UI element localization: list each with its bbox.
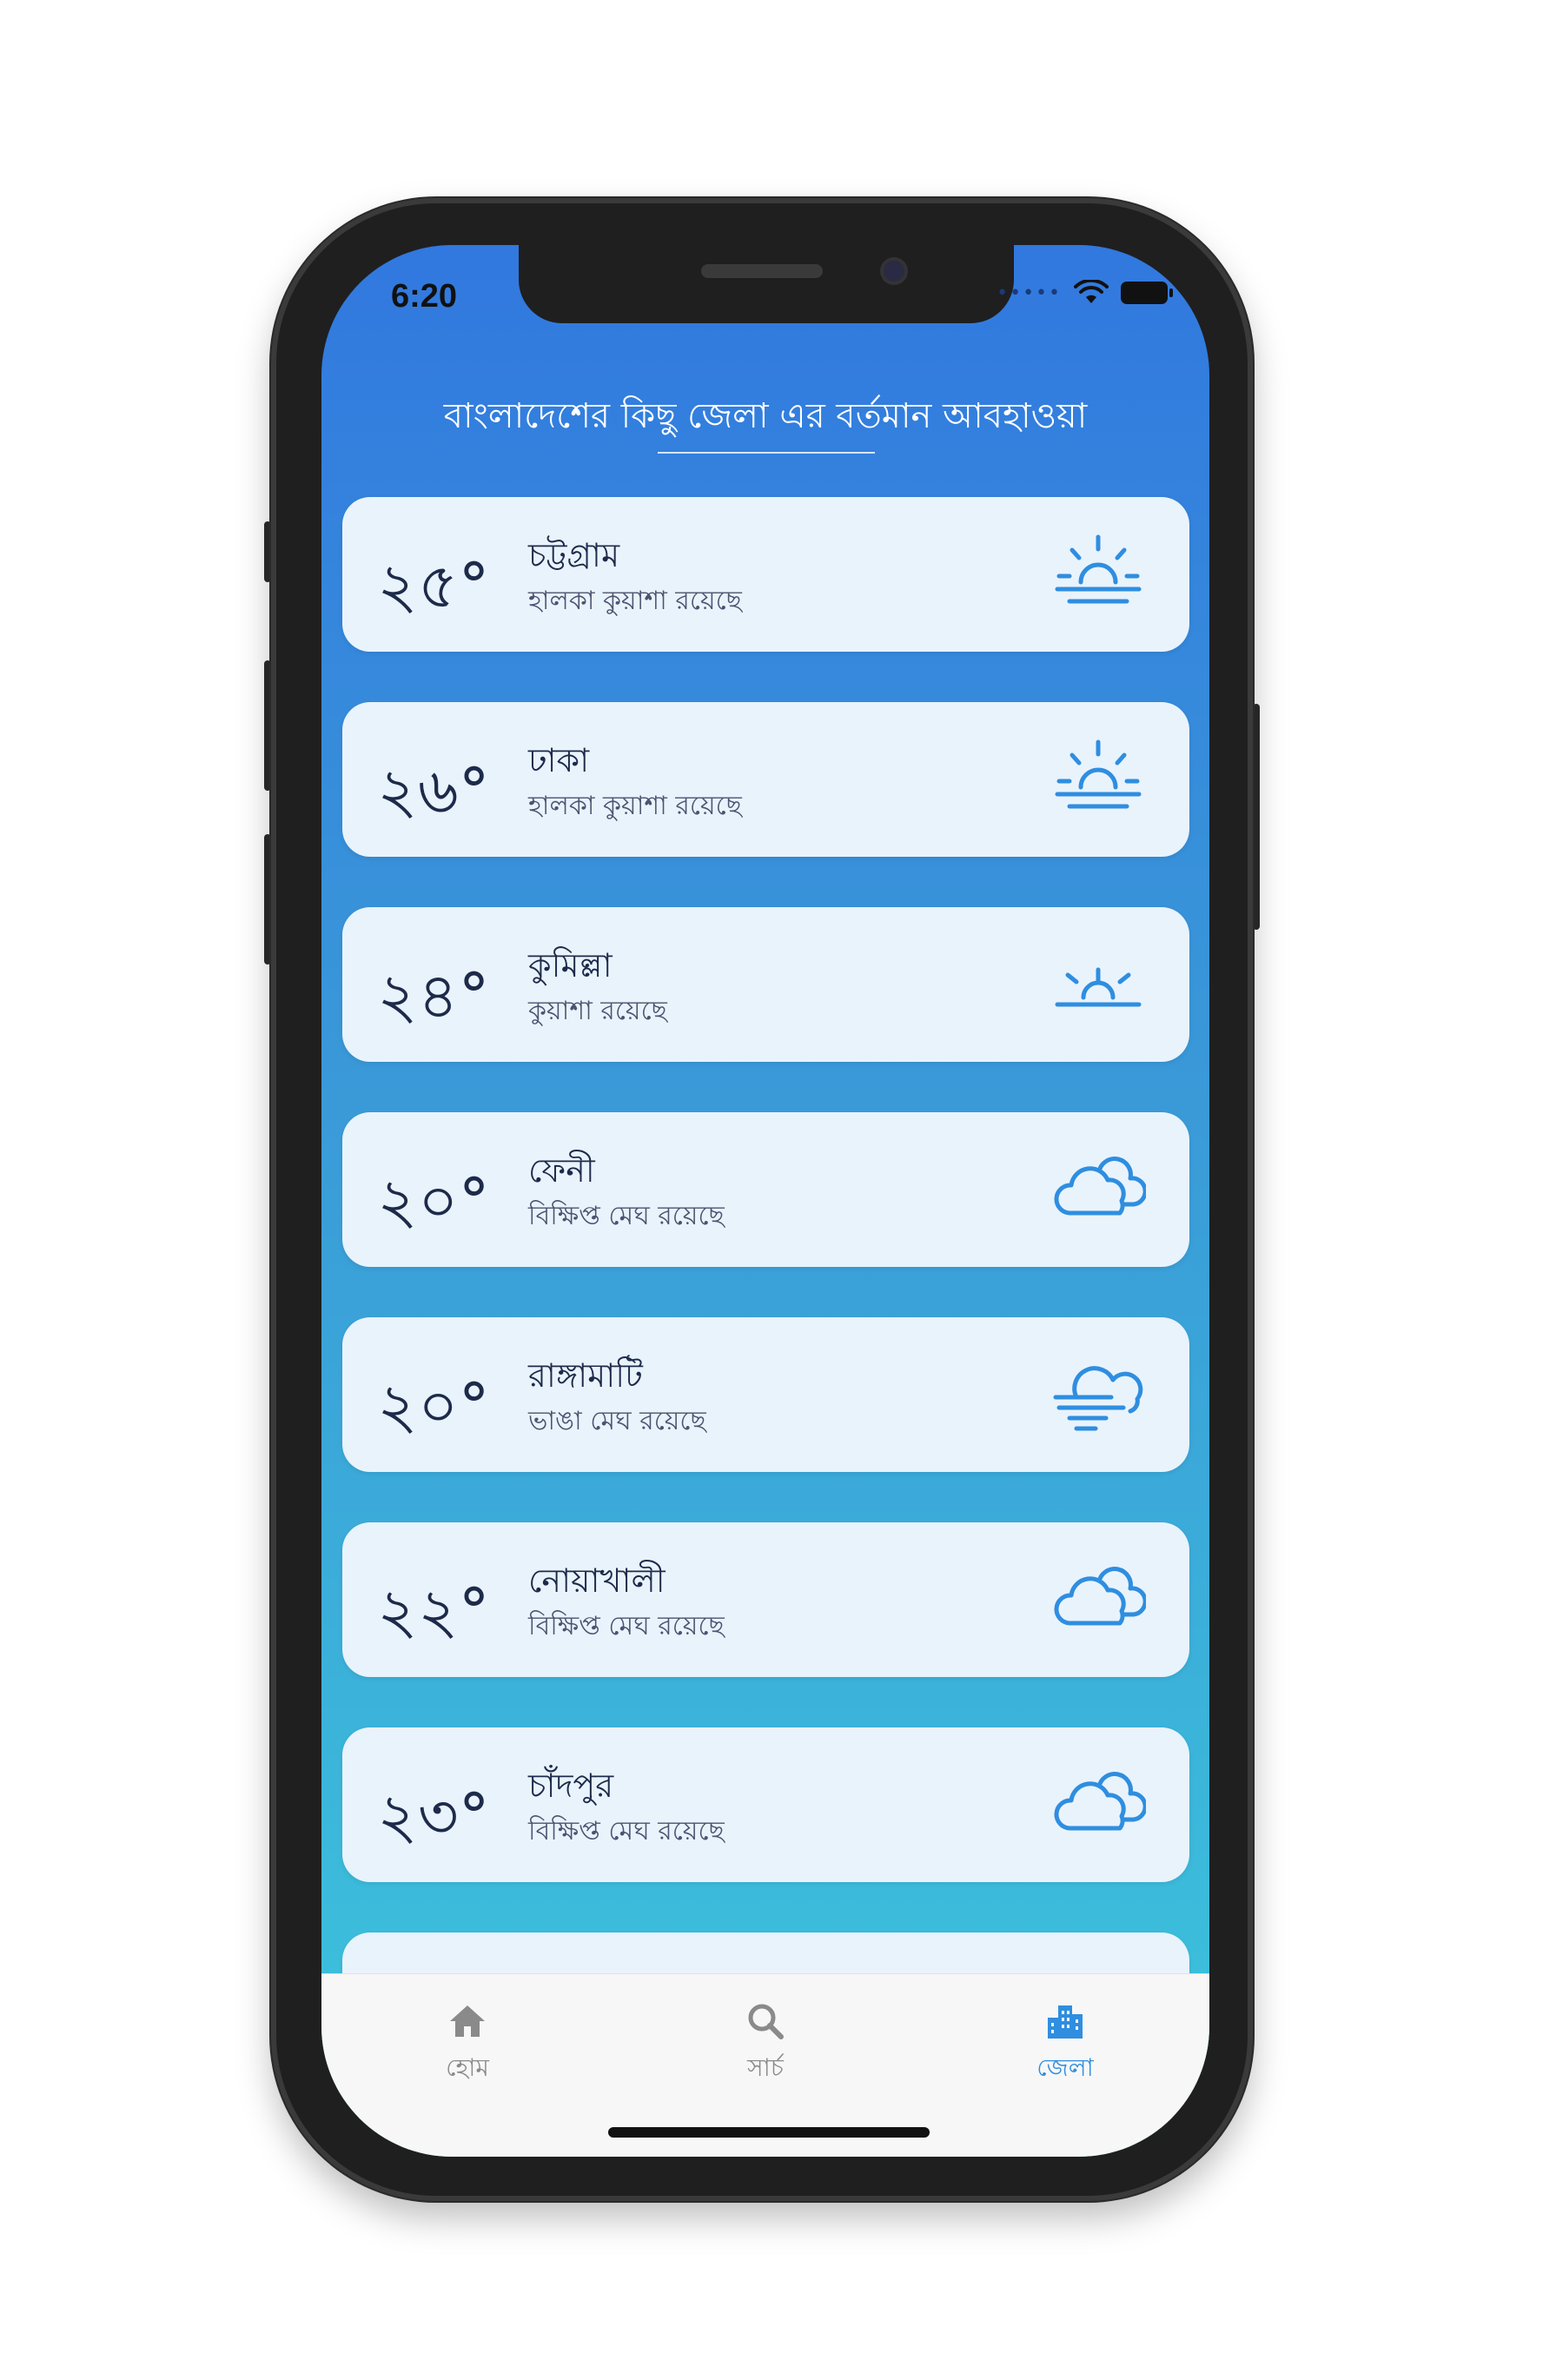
sunrise-icon (1055, 739, 1142, 809)
weather-condition: কুয়াশা রয়েছে (528, 996, 667, 1026)
weather-condition: বিক্ষিপ্ত মেঘ রয়েছে (528, 1816, 725, 1846)
bottom-tab-bar: হোম সার্চ জেলা (321, 1973, 1209, 2157)
power-button (1253, 704, 1260, 930)
weather-condition: হালকা কুয়াশা রয়েছে (528, 586, 742, 616)
weather-condition: হালকা কুয়াশা রয়েছে (528, 791, 742, 821)
weather-condition: ভাঙা মেঘ রয়েছে (528, 1406, 706, 1436)
cloud-icon (1054, 1772, 1146, 1831)
cloud-icon (1054, 1157, 1146, 1216)
status-icons: ••••• (997, 280, 1173, 306)
district-card[interactable]: ২০° ফেনী বিক্ষিপ্ত মেঘ রয়েছে (342, 1112, 1189, 1267)
district-card[interactable]: ২৪° কুমিল্লা কুয়াশা রয়েছে (342, 907, 1189, 1062)
weather-condition: বিক্ষিপ্ত মেঘ রয়েছে (528, 1201, 725, 1231)
home-icon (450, 2005, 485, 2037)
home-indicator (608, 2127, 930, 2138)
status-time: 6:20 (391, 278, 458, 315)
search-icon (748, 2004, 784, 2039)
district-name: কুমিল্লা (528, 946, 613, 984)
weather-condition: বিক্ষিপ্ত মেঘ রয়েছে (528, 1611, 725, 1641)
district-name: রাঙ্গামাটি (528, 1356, 643, 1395)
temperature: ২০° (377, 1164, 490, 1237)
sunrise-icon (1055, 534, 1142, 604)
sunset-icon (1055, 967, 1142, 1007)
temperature: ২২° (377, 1575, 490, 1647)
district-card[interactable]: ২৬° ঢাকা হালকা কুয়াশা রয়েছে (342, 702, 1189, 857)
district-card[interactable]: ২২° নোয়াখালী বিক্ষিপ্ত মেঘ রয়েছে (342, 1522, 1189, 1677)
district-name: চাঁদপুর (528, 1767, 614, 1805)
temperature: ২০° (377, 1369, 490, 1442)
city-icon (1048, 2005, 1083, 2039)
temperature: ২৫° (377, 549, 490, 622)
tab-home-label: হোম (446, 2053, 489, 2082)
temperature: ২৪° (377, 959, 490, 1032)
cloud-icon (1054, 1567, 1146, 1626)
title-underline (658, 452, 875, 454)
tab-home[interactable]: হোম (407, 1999, 528, 2090)
fog-cloud-icon (1053, 1366, 1143, 1431)
district-card[interactable]: ২০° রাঙ্গামাটি ভাঙা মেঘ রয়েছে (342, 1317, 1189, 1472)
temperature: ২৬° (377, 754, 490, 827)
notch (519, 245, 1014, 323)
district-card[interactable]: ২৫° চট্টগ্রাম হালকা কুয়াশা রয়েছে (342, 497, 1189, 652)
app-screen: 6:20 ••••• বাংলাদেশের কিছু জেলা এর বর্তম… (321, 245, 1209, 2157)
tab-search[interactable]: সার্চ (705, 1999, 826, 2090)
temperature: ২৩° (377, 1780, 490, 1853)
battery-icon (1121, 282, 1173, 304)
district-card[interactable]: ২৩° চাঁদপুর বিক্ষিপ্ত মেঘ রয়েছে (342, 1727, 1189, 1882)
tab-search-label: সার্চ (747, 2053, 784, 2082)
page-title: বাংলাদেশের কিছু জেলা এর বর্তমান আবহাওয়া (443, 396, 1088, 436)
district-name: চট্টগ্রাম (528, 536, 620, 574)
district-name: নোয়াখালী (528, 1561, 666, 1600)
district-name: ঢাকা (528, 741, 590, 779)
district-name: ফেনী (528, 1151, 595, 1190)
volume-down-button (264, 834, 271, 965)
wifi-icon (1074, 280, 1109, 303)
volume-up-button (264, 660, 271, 791)
tab-districts[interactable]: জেলা (1004, 1999, 1126, 2090)
mute-switch (264, 521, 271, 582)
signal-dots: ••••• (997, 282, 1062, 304)
tab-districts-label: জেলা (1036, 2053, 1094, 2082)
